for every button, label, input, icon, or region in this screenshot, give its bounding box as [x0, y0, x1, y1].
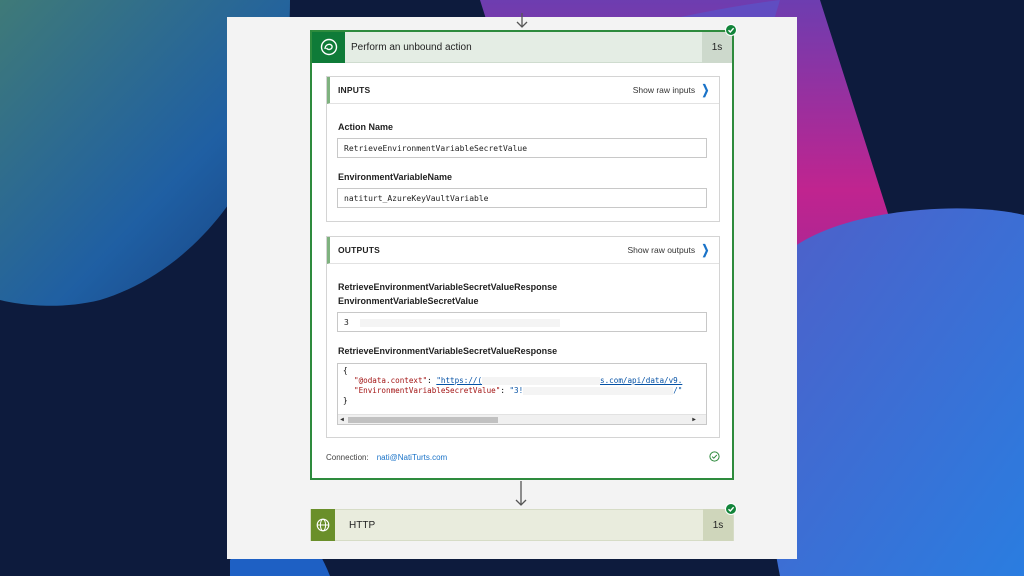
- inputs-header: INPUTS Show raw inputs ❯: [327, 77, 719, 104]
- show-raw-outputs-link[interactable]: Show raw outputs ❯: [628, 242, 711, 258]
- action-name-label: Action Name: [338, 122, 394, 132]
- show-raw-inputs-link[interactable]: Show raw inputs ❯: [633, 82, 711, 98]
- horizontal-scrollbar[interactable]: ◀ ▶: [338, 414, 706, 424]
- response-label: RetrieveEnvironmentVariableSecretValueRe…: [338, 346, 558, 356]
- outputs-title: OUTPUTS: [338, 245, 381, 255]
- secret-value-label-line1: RetrieveEnvironmentVariableSecretValueRe…: [338, 282, 558, 292]
- inputs-section: INPUTS Show raw inputs ❯ Action Name Ret…: [326, 76, 720, 222]
- json-url-start[interactable]: "https://(: [436, 376, 482, 385]
- http-card-title: HTTP: [349, 519, 376, 531]
- scroll-left-icon[interactable]: ◀: [338, 415, 346, 424]
- connector-arrow-icon: [515, 481, 527, 506]
- connector-arrow-icon: [516, 13, 528, 28]
- environment-variable-name-label: EnvironmentVariableName: [338, 172, 453, 182]
- secret-value-text: 3: [344, 318, 349, 327]
- json-separator: :: [427, 376, 437, 385]
- json-secret-start: "3!: [509, 386, 524, 395]
- outputs-section: OUTPUTS Show raw outputs ❯ RetrieveEnvir…: [326, 236, 720, 438]
- dataverse-icon: [312, 31, 345, 63]
- json-open-brace: {: [343, 366, 348, 375]
- chevron-right-icon: ❯: [701, 242, 710, 257]
- json-close-brace: }: [343, 396, 348, 405]
- json-key-secret-value: "EnvironmentVariableSecretValue": [354, 386, 501, 395]
- response-json-viewer[interactable]: { "@odata.context": "https://( s.com/api/…: [337, 363, 707, 425]
- json-line-odata-context: "@odata.context": "https://( s.com/api/da…: [338, 376, 706, 386]
- connection-label: Connection:: [326, 453, 369, 462]
- show-raw-outputs-label: Show raw outputs: [627, 245, 696, 255]
- redacted-blur: [359, 318, 560, 327]
- json-line-secret-value: "EnvironmentVariableSecretValue": "3!/": [338, 386, 706, 396]
- action-name-field[interactable]: RetrieveEnvironmentVariableSecretValue: [337, 138, 707, 158]
- secret-value-label-line2: EnvironmentVariableSecretValue: [338, 296, 479, 306]
- redacted-blur: [482, 377, 601, 385]
- action-card-header[interactable]: Perform an unbound action 1s: [312, 31, 732, 63]
- redacted-blur: [523, 387, 674, 395]
- success-check-icon: [725, 503, 737, 515]
- show-raw-inputs-label: Show raw inputs: [632, 85, 696, 95]
- inputs-title: INPUTS: [338, 85, 371, 95]
- scrollbar-thumb[interactable]: [348, 417, 498, 423]
- globe-icon: [311, 509, 335, 541]
- environment-variable-name-field[interactable]: natiturt_AzureKeyVaultVariable: [337, 188, 707, 208]
- connection-ok-icon: [709, 451, 720, 462]
- action-duration: 1s: [702, 31, 732, 63]
- action-card-title: Perform an unbound action: [351, 41, 472, 53]
- http-action-card[interactable]: HTTP 1s: [310, 509, 734, 541]
- outputs-header: OUTPUTS Show raw outputs ❯: [327, 237, 719, 264]
- connection-row: Connection: nati@NatiTurts.com: [326, 451, 720, 462]
- scroll-right-icon[interactable]: ▶: [690, 415, 698, 424]
- json-url-end[interactable]: s.com/api/data/v9.: [600, 376, 682, 385]
- perform-unbound-action-card: Perform an unbound action 1s INPUTS Show…: [310, 30, 734, 480]
- success-check-icon: [725, 24, 737, 36]
- json-secret-end: /": [673, 386, 683, 395]
- connection-value[interactable]: nati@NatiTurts.com: [377, 453, 448, 462]
- secret-value-field[interactable]: 3: [337, 312, 707, 332]
- chevron-right-icon: ❯: [701, 82, 710, 97]
- json-key-odata-context: "@odata.context": [354, 376, 428, 385]
